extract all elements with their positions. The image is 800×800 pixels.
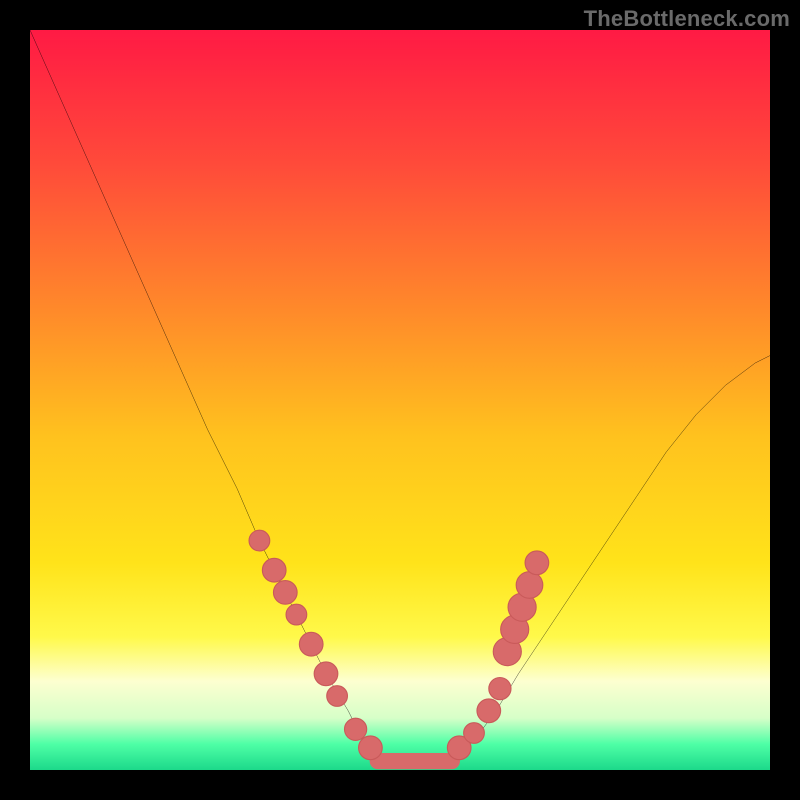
background-gradient [30,30,770,770]
chart-frame: TheBottleneck.com [0,0,800,800]
watermark-text: TheBottleneck.com [584,6,790,32]
plot-area [30,30,770,770]
